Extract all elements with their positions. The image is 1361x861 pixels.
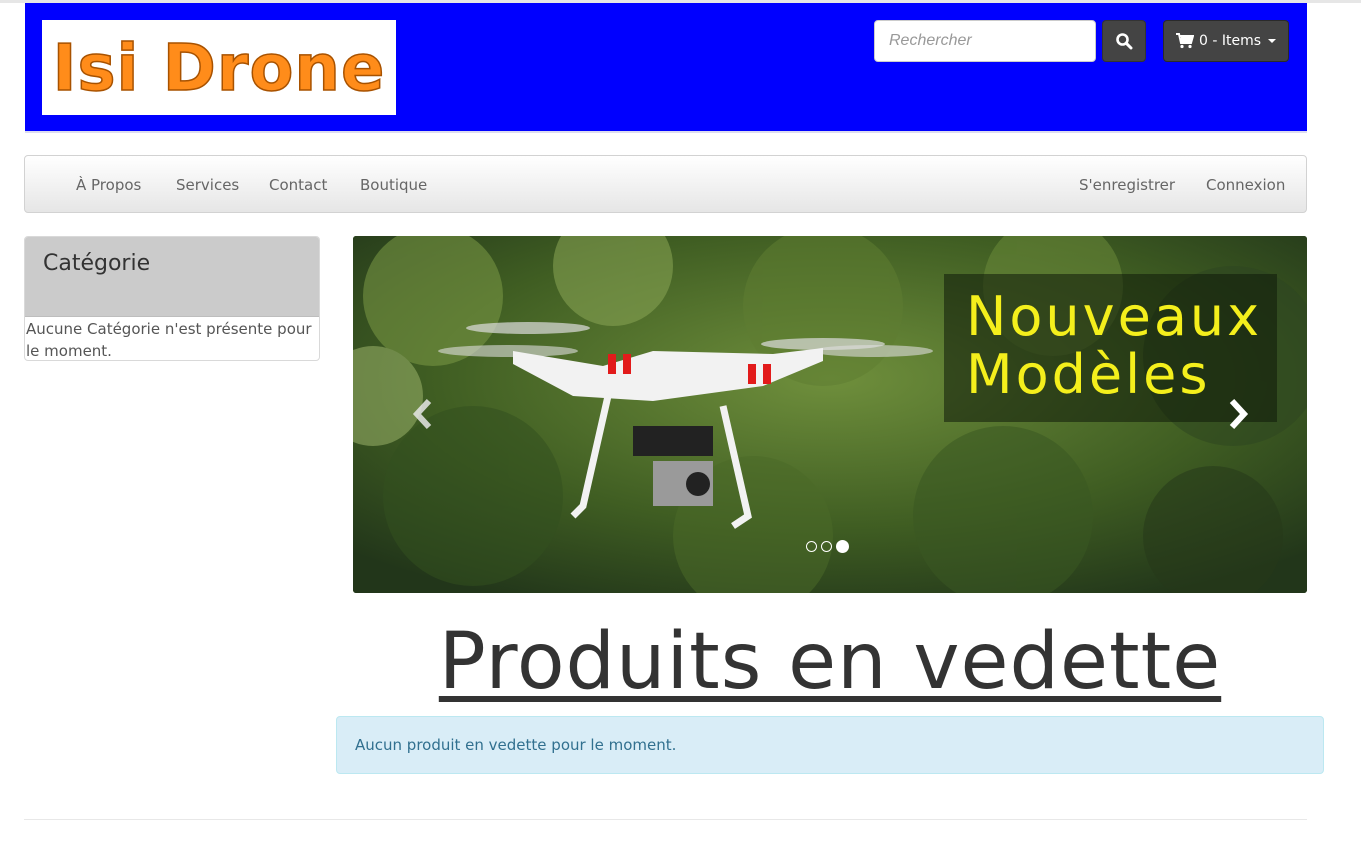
carousel-indicator-2[interactable]	[821, 541, 832, 552]
cart-dropdown-button[interactable]: 0 - Items	[1163, 20, 1289, 62]
nav-item-contact[interactable]: Contact	[269, 156, 327, 214]
carousel-indicator-1[interactable]	[806, 541, 817, 552]
caption-line-2: Modèles	[966, 343, 1211, 406]
nav-item-boutique[interactable]: Boutique	[360, 156, 427, 214]
search-icon	[1116, 33, 1133, 50]
featured-empty-alert: Aucun produit en vedette pour le moment.	[336, 716, 1324, 774]
nav-item-register[interactable]: S'enregistrer	[1079, 156, 1175, 214]
carousel-indicators	[806, 540, 849, 553]
site-logo[interactable]: Isi Drone	[42, 20, 396, 115]
carousel-prev-button[interactable]	[403, 394, 443, 434]
search-button[interactable]	[1102, 20, 1146, 62]
category-panel: Catégorie Aucune Catégorie n'est présent…	[24, 236, 320, 361]
main-navbar: À Propos Services Contact Boutique S'enr…	[24, 155, 1307, 213]
footer-divider	[24, 819, 1307, 820]
hero-carousel: Nouveaux Modèles	[353, 236, 1307, 593]
chevron-right-icon	[1229, 398, 1249, 430]
nav-item-services[interactable]: Services	[176, 156, 239, 214]
header-divider	[25, 131, 1307, 133]
featured-products-title-text: Produits en vedette	[438, 617, 1222, 707]
caption-line-1: Nouveaux	[966, 285, 1263, 348]
carousel-next-button[interactable]	[1218, 394, 1258, 434]
site-header: Isi Drone 0 - Items	[25, 3, 1307, 131]
cart-label: 0 - Items	[1198, 33, 1262, 49]
logo-text: Isi Drone	[53, 32, 386, 106]
nav-item-a-propos[interactable]: À Propos	[76, 156, 141, 214]
chevron-left-icon	[412, 398, 432, 430]
search-input[interactable]	[874, 20, 1096, 62]
featured-products-title: Produits en vedette	[353, 614, 1307, 710]
caret-down-icon	[1268, 39, 1277, 43]
carousel-indicator-3[interactable]	[836, 540, 849, 553]
shopping-cart-icon	[1175, 33, 1194, 49]
nav-item-login[interactable]: Connexion	[1206, 156, 1285, 214]
category-panel-heading: Catégorie	[25, 237, 319, 317]
category-panel-body: Aucune Catégorie n'est présente pour le …	[26, 320, 312, 360]
